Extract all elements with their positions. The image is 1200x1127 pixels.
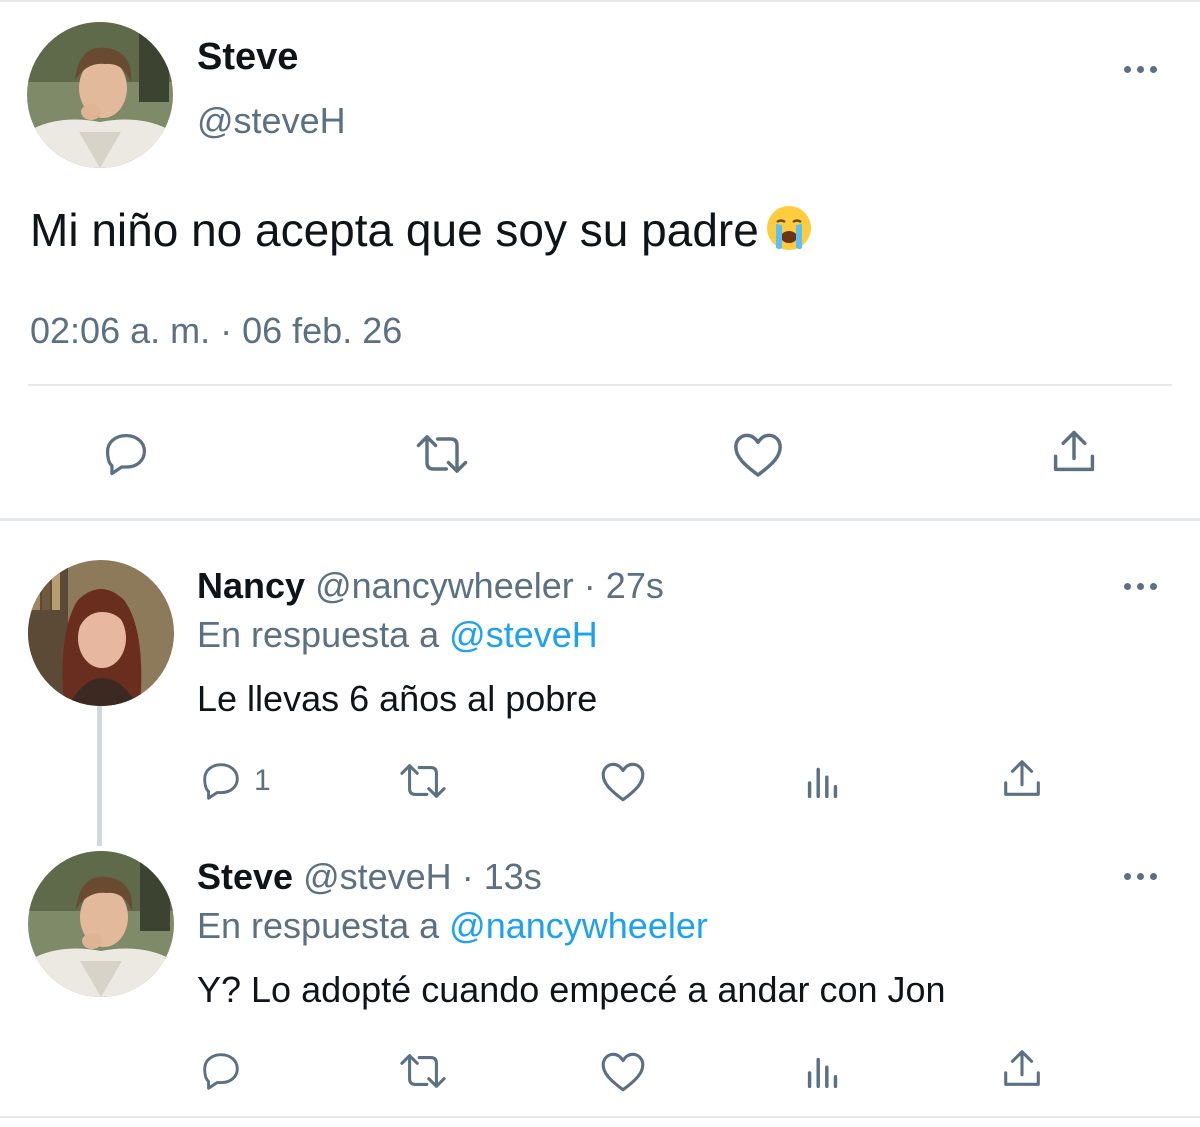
reply-count: 1 — [254, 764, 271, 797]
analytics-icon — [807, 767, 838, 799]
like-icon — [734, 433, 782, 477]
more-options-icon[interactable] — [1122, 870, 1162, 882]
separator-dot: · — [461, 856, 474, 897]
retweet-button[interactable] — [396, 758, 450, 804]
analytics-button[interactable] — [800, 758, 846, 804]
mention-link[interactable]: @steveH — [449, 614, 598, 655]
reply-button[interactable] — [198, 1048, 244, 1094]
avatar-steve[interactable] — [28, 851, 174, 997]
tweet-text-content: Mi niño no acepta que soy su padre — [30, 204, 759, 256]
reply-text: Y? Lo adopté cuando empecé a andar con J… — [197, 969, 946, 1010]
reply-header: Steve @steveH · 13s — [197, 856, 542, 898]
reply-icon — [203, 1053, 239, 1090]
reply-button[interactable] — [100, 428, 152, 480]
reply-time[interactable]: 27s — [606, 565, 664, 606]
like-button[interactable] — [730, 428, 786, 480]
reply-author-name[interactable]: Steve — [197, 856, 293, 897]
like-button[interactable] — [598, 1048, 648, 1094]
share-icon — [1053, 430, 1095, 472]
reply-time[interactable]: 13s — [484, 856, 542, 897]
share-button[interactable] — [999, 756, 1045, 802]
loudly-crying-face-icon — [765, 204, 813, 263]
mention-link[interactable]: @nancywheeler — [449, 905, 708, 946]
reply-author-name[interactable]: Nancy — [197, 565, 305, 606]
section-divider — [0, 518, 1200, 521]
retweet-icon — [400, 1054, 446, 1088]
retweet-button[interactable] — [412, 428, 472, 480]
reply-author-handle[interactable]: @steveH — [303, 856, 452, 897]
share-icon — [1004, 1050, 1040, 1086]
top-divider — [0, 0, 1200, 2]
retweet-icon — [400, 764, 446, 798]
like-button[interactable] — [598, 758, 648, 804]
more-options-icon[interactable] — [1122, 63, 1162, 75]
thread-connector — [97, 706, 102, 846]
share-icon — [1004, 760, 1040, 796]
reply-header: Nancy @nancywheeler · 27s — [197, 565, 664, 607]
like-icon — [601, 762, 645, 802]
avatar-steve[interactable] — [27, 22, 173, 168]
reply-context: En respuesta a @steveH — [197, 614, 598, 656]
reply-text: Le llevas 6 años al pobre — [197, 678, 598, 719]
tweet-text: Mi niño no acepta que soy su padre — [30, 203, 813, 263]
reply-author-handle[interactable]: @nancywheeler — [315, 565, 574, 606]
analytics-button[interactable] — [800, 1048, 846, 1094]
share-button[interactable] — [1048, 426, 1100, 478]
like-icon — [601, 1052, 645, 1092]
retweet-button[interactable] — [396, 1048, 450, 1094]
reply-icon — [105, 433, 147, 476]
retweet-icon — [416, 435, 468, 473]
reply-prefix: En respuesta a — [197, 614, 440, 655]
author-handle[interactable]: @steveH — [197, 100, 346, 142]
reply-icon — [203, 763, 239, 800]
bottom-divider — [0, 1116, 1200, 1118]
author-name[interactable]: Steve — [197, 36, 298, 79]
divider — [28, 384, 1172, 386]
separator-dot: · — [583, 565, 596, 606]
share-button[interactable] — [999, 1046, 1045, 1092]
analytics-icon — [807, 1057, 838, 1089]
tweet-timestamp[interactable]: 02:06 a. m. · 06 feb. 26 — [30, 310, 402, 352]
avatar-nancy[interactable] — [28, 560, 174, 706]
more-options-icon[interactable] — [1122, 580, 1162, 592]
reply-context: En respuesta a @nancywheeler — [197, 905, 708, 947]
reply-prefix: En respuesta a — [197, 905, 440, 946]
reply-button[interactable] — [198, 758, 244, 804]
